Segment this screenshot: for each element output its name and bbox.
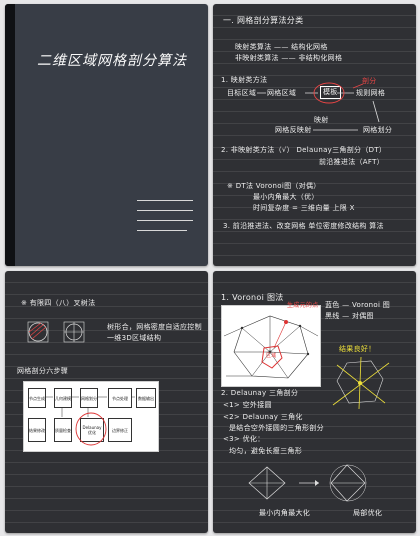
flow-chart-diagram: 节点生成 几何建模 网格划分 节点处理 数据输出 结果修改 质量检查 Delau… [23, 381, 159, 452]
note-line: 均匀，避免长瘦三角形 [229, 447, 302, 455]
note-line: 局部优化 [353, 509, 383, 517]
note-line: ※ 有限四（八）叉树法 [21, 299, 96, 307]
cover-title: 二维区域网格剖分算法 [37, 53, 187, 69]
section-heading: 2. Delaunay 三角剖分 [221, 389, 299, 397]
note-line: 黑线 — 对偶图 [325, 312, 374, 320]
note-line: 是结合空外接圆的三角形剖分 [229, 424, 324, 432]
cover-line [137, 220, 193, 221]
voronoi-diagram: 区域 [221, 305, 321, 387]
cover-line [137, 230, 187, 231]
center-label: 区域 [266, 353, 277, 359]
cover-page-thumbnail[interactable]: 二维区域网格剖分算法 [5, 4, 208, 266]
note-line: 最小内角最大化 [259, 509, 311, 517]
note-line: <3> 优化： [223, 435, 265, 443]
note-line: 树形合，网格密度自适应控制 [107, 323, 202, 331]
note-page-thumbnail[interactable]: 一. 网格剖分算法分类 映射类算法 —— 结构化网格 非映射类算法 —— 非结构… [213, 4, 416, 266]
voronoi-sketch [223, 315, 319, 379]
flow-chart-connectors [45, 396, 135, 446]
cover-line [137, 210, 193, 211]
note-line: 时间复杂度 = 三维向量 上限 X [253, 204, 355, 212]
octree-sketch [63, 321, 85, 343]
note-line: ※ DT法 Voronoi图（对偶） [227, 182, 321, 190]
note-line: <1> 空外接圆 [223, 401, 272, 409]
delaunay-flip-sketch [248, 464, 367, 502]
octree-sketch [27, 321, 49, 343]
note-line: 前沿推进法（AFT） [319, 158, 384, 166]
flow-arrows [257, 82, 380, 131]
section-heading: 3. 前沿推进法、改变网格 单位密度修改结构 算法 [223, 222, 384, 230]
cover-line [137, 200, 193, 201]
note-line: 最小内角最大（优） [253, 193, 319, 201]
note-line: 蓝色 — Voronoi 图 [325, 301, 391, 309]
section-heading: 2. 非映射类方法（√） Delaunay三角剖分（DT） [221, 146, 387, 154]
note-page-thumbnail[interactable]: 1. Voronoi 图法 区域 生成元的点 蓝色 — Voronoi 图 黑线… [213, 271, 416, 533]
note-line: 一维3D区域结构 [107, 334, 162, 342]
yellow-note: 结果良好！ [339, 345, 376, 353]
notebook-spine [5, 4, 15, 266]
page-heading: 1. Voronoi 图法 [221, 293, 284, 302]
note-line: <2> Delaunay 三角化 [223, 413, 303, 421]
voronoi-yellow-sketch [332, 356, 390, 410]
red-annotation: 生成元的点 [287, 302, 319, 309]
section-heading: 网格剖分六步骤 [17, 367, 69, 375]
note-page-thumbnail[interactable]: ※ 有限四（八）叉树法 树形合，网格密度自适应控制 一维3D区域结构 网格剖分六… [5, 271, 208, 533]
